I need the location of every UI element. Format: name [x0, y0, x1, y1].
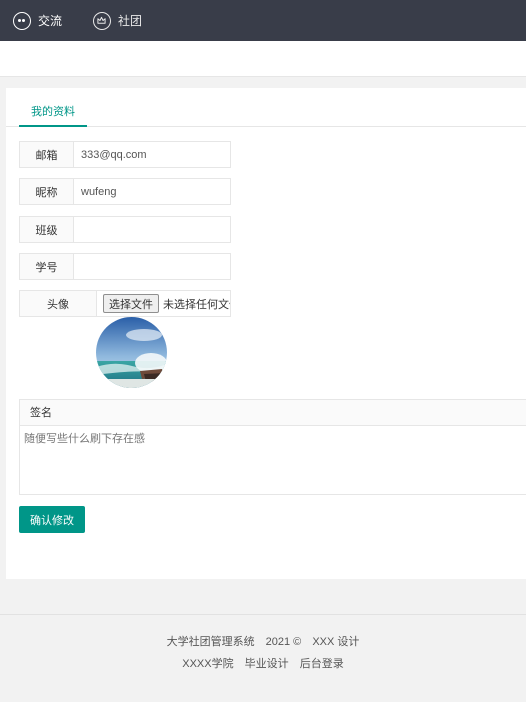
- email-label: 邮箱: [20, 142, 74, 167]
- footer-link-graduation-design[interactable]: 毕业设计: [245, 658, 289, 670]
- avatar-label: 头像: [20, 291, 97, 316]
- confirm-edit-button[interactable]: 确认修改: [19, 506, 85, 533]
- crown-icon: [93, 11, 111, 30]
- footer-link-college[interactable]: XXXX学院: [182, 658, 233, 670]
- nickname-row: 昵称: [19, 178, 231, 205]
- avatar-file-input: 选择文件 未选择任何文件: [97, 291, 230, 316]
- class-field[interactable]: [74, 217, 230, 242]
- email-row: 邮箱: [19, 141, 231, 168]
- nav-item-club[interactable]: 社团: [93, 0, 142, 41]
- profile-card: 我的资料 邮箱 昵称 班级 学号 头像 选择文件 未选择任何文件: [6, 88, 526, 579]
- chat-bubble-icon: [13, 11, 31, 30]
- student-id-row: 学号: [19, 253, 231, 280]
- signature-label: 签名: [20, 400, 526, 426]
- sub-header-bar: [0, 41, 526, 77]
- top-nav-bar: 交流 社团: [0, 0, 526, 41]
- tab-my-profile[interactable]: 我的资料: [19, 88, 87, 127]
- choose-file-button[interactable]: 选择文件: [103, 294, 159, 313]
- avatar-image: [96, 317, 167, 388]
- nickname-field[interactable]: [74, 179, 230, 204]
- avatar-row: 头像 选择文件 未选择任何文件: [19, 290, 231, 317]
- footer-copyright: 大学社团管理系统 2021 © XXX 设计: [0, 633, 526, 649]
- email-field[interactable]: [74, 142, 230, 167]
- signature-box: 签名: [19, 399, 526, 495]
- student-id-label: 学号: [20, 254, 74, 279]
- footer-year: 2021 ©: [265, 636, 302, 648]
- nav-item-label: 交流: [38, 14, 63, 28]
- footer-link-admin-login[interactable]: 后台登录: [300, 658, 344, 670]
- file-status-text: 未选择任何文件: [163, 298, 230, 311]
- student-id-field[interactable]: [74, 254, 230, 279]
- tab-bar: 我的资料: [6, 88, 526, 127]
- nav-item-label: 社团: [118, 14, 143, 28]
- signature-textarea[interactable]: [20, 426, 526, 494]
- nav-item-chat[interactable]: 交流: [13, 0, 62, 41]
- class-label: 班级: [20, 217, 74, 242]
- footer-design: XXX 设计: [312, 636, 360, 648]
- footer-links: XXXX学院 毕业设计 后台登录: [0, 655, 526, 671]
- class-row: 班级: [19, 216, 231, 243]
- footer-divider: [0, 614, 526, 615]
- nickname-label: 昵称: [20, 179, 74, 204]
- footer-system-name: 大学社团管理系统: [166, 636, 255, 648]
